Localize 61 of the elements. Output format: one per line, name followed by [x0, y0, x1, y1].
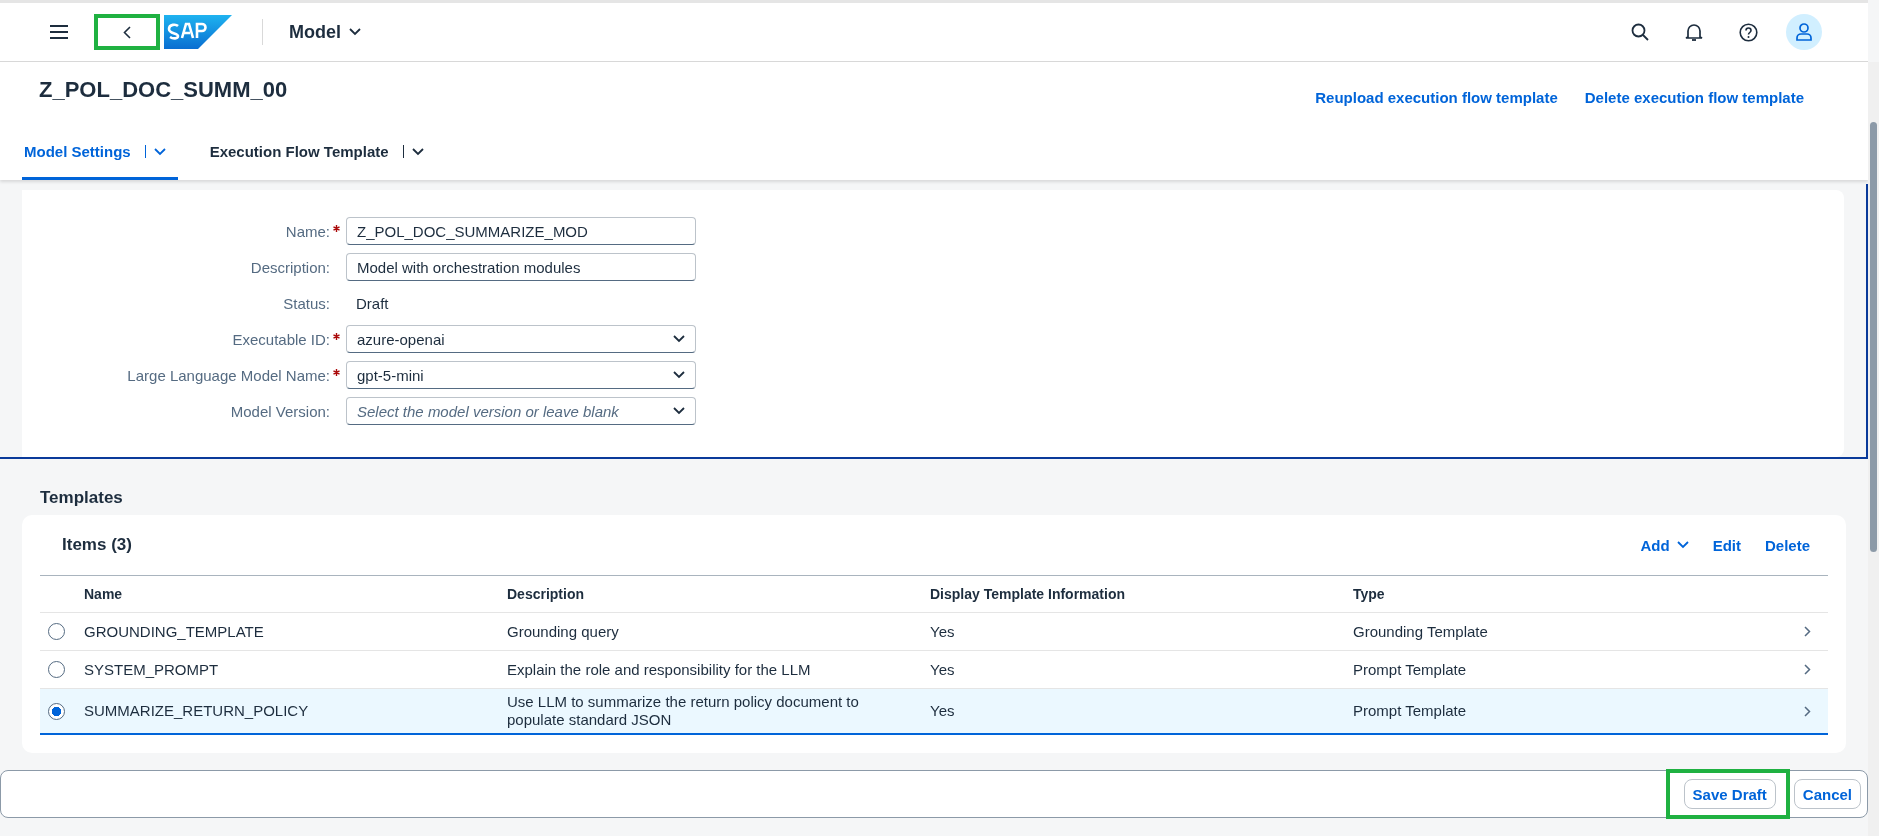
chevron-down-icon: [673, 335, 685, 343]
tab[interactable]: Execution Flow Template: [207, 126, 428, 180]
radio-button[interactable]: [48, 702, 65, 720]
table-cell-text: Explain the role and responsibility for the LLM: [507, 660, 812, 679]
select-field[interactable]: Select the model version or leave blank: [346, 397, 696, 425]
table-cell-text: Use LLM to summarize the return policy document to populate standard JSON: [507, 693, 860, 729]
table-cell-text: SYSTEM_PROMPT: [84, 660, 220, 679]
search-icon[interactable]: [1631, 23, 1649, 41]
logo-icon: [164, 15, 232, 49]
footer-button[interactable]: Save Draft: [1683, 779, 1776, 809]
footer-button[interactable]: Cancel: [1793, 779, 1861, 809]
table-row[interactable]: GROUNDING_TEMPLATE Grounding query Yes Grounding Template: [40, 612, 1828, 650]
scrollbar[interactable]: [1868, 62, 1879, 836]
field-label: Description:: [249, 258, 330, 276]
header-link[interactable]: Delete execution flow template: [1584, 82, 1804, 106]
toolbar-button[interactable]: Delete: [1764, 536, 1810, 554]
chevron-down-icon: [673, 371, 685, 379]
chevron-down-icon: [673, 407, 685, 415]
table-cell-text: SUMMARIZE_RETURN_POLICY: [84, 702, 310, 720]
table-cell-text: Prompt Template: [1353, 702, 1468, 720]
table-title: Items (3): [62, 535, 132, 555]
table-cell-text: Grounding Template: [1353, 622, 1489, 641]
add-menu-button[interactable]: Add: [1640, 536, 1689, 554]
back-icon[interactable]: [123, 25, 131, 39]
chevron-right-icon[interactable]: [1804, 705, 1811, 717]
table-cell-text: Yes: [930, 702, 956, 720]
column-header: Name: [84, 586, 124, 602]
table-cell-text: Yes: [930, 622, 956, 641]
chevron-right-icon[interactable]: [1804, 626, 1811, 637]
field-label: Name:: [284, 222, 330, 240]
field-label: Large Language Model Name:: [126, 366, 330, 384]
chevron-down-icon: [349, 28, 361, 36]
tab[interactable]: Model Settings: [22, 126, 178, 180]
table-cell-text: GROUNDING_TEMPLATE: [84, 622, 265, 641]
chevron-right-icon[interactable]: [1804, 664, 1811, 675]
table-cell-text: Grounding query: [507, 622, 620, 641]
input-field[interactable]: Z_POL_DOC_SUMMARIZE_MOD: [346, 217, 696, 245]
field-label: Executable ID:: [231, 330, 330, 348]
chevron-down-icon: [1676, 541, 1689, 549]
table-cell-text: Prompt Template: [1353, 660, 1468, 679]
input-field[interactable]: Model with orchestration modules: [346, 253, 696, 281]
status-text: Draft: [355, 294, 389, 312]
field-label: Status:: [282, 294, 330, 312]
select-field[interactable]: gpt-5-mini: [346, 361, 696, 389]
column-header: Display Template Information: [930, 586, 1126, 602]
app-title-menu[interactable]: Model: [289, 21, 361, 43]
column-header: Type: [1353, 586, 1386, 602]
table-row[interactable]: SUMMARIZE_RETURN_POLICY Use LLM to summarize the return policy document to populate standard JSON Yes Prompt Template: [40, 688, 1828, 735]
user-avatar[interactable]: [1786, 14, 1822, 50]
chevron-down-icon: [153, 147, 166, 156]
field-label: Model Version:: [229, 402, 330, 420]
column-header: Description: [507, 586, 585, 602]
toolbar-button[interactable]: Edit: [1712, 536, 1741, 554]
header-link[interactable]: Reupload execution flow template: [1315, 82, 1558, 106]
bell-icon[interactable]: [1685, 22, 1703, 42]
table-cell-text: Yes: [930, 660, 956, 679]
select-field[interactable]: azure-openai: [346, 325, 696, 353]
chevron-down-icon: [411, 147, 424, 156]
page-title: Z_POL_DOC_SUMM_00: [39, 77, 288, 103]
help-icon[interactable]: [1739, 22, 1758, 42]
menu-icon[interactable]: [50, 25, 68, 39]
